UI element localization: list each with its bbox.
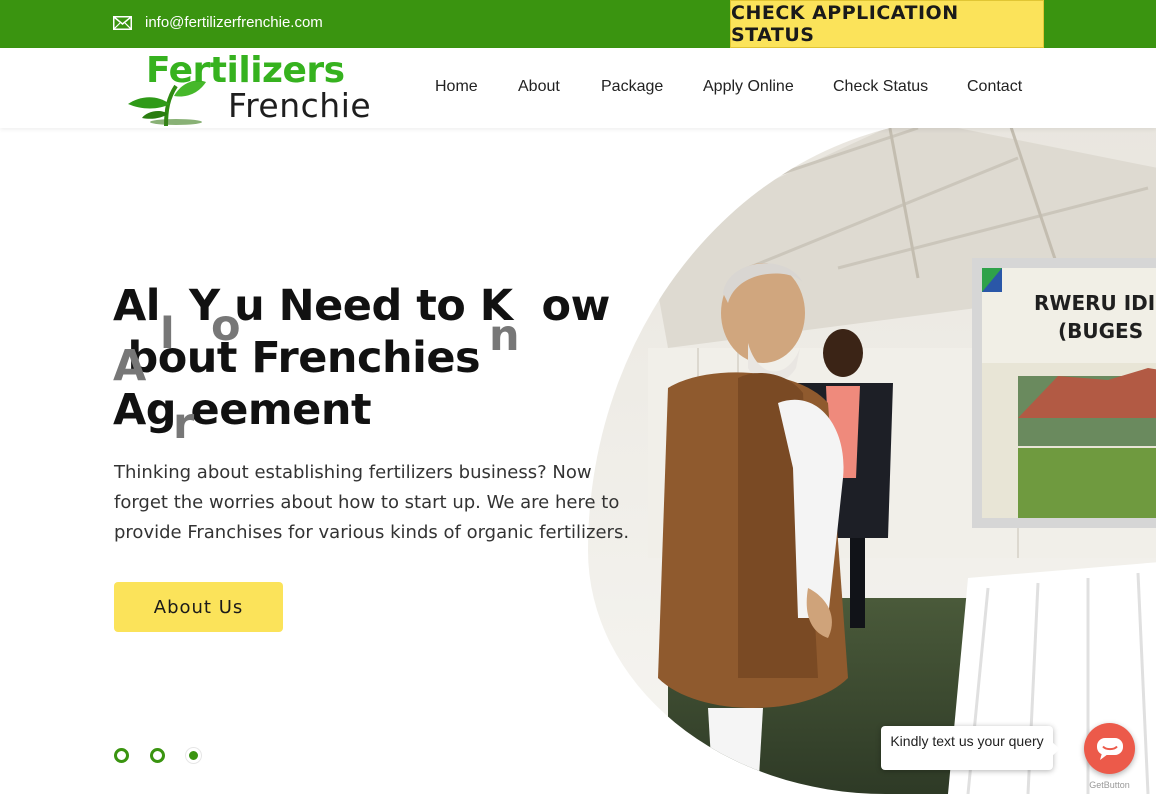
chat-button[interactable] <box>1084 723 1135 774</box>
animated-letter-r: r <box>173 399 194 449</box>
hero-title-line-1: Al Y u Need to K ow <box>113 281 610 331</box>
animated-letter-l: l <box>160 309 175 359</box>
slider-dot-3[interactable] <box>186 748 201 763</box>
chat-prompt-bubble[interactable]: Kindly text us your query <box>881 726 1060 770</box>
email-text[interactable]: info@fertilizerfrenchie.com <box>145 14 323 31</box>
mail-icon <box>113 15 132 30</box>
nav-home[interactable]: Home <box>435 78 478 96</box>
nav-apply-online[interactable]: Apply Online <box>703 78 794 96</box>
hero-title: Al Y u Need to K ow bout Frenchies Ag ee… <box>113 280 633 449</box>
logo-line-1: Fertilizers <box>146 50 345 91</box>
logo-line-2: Frenchie <box>228 86 372 125</box>
screen-text-1: RWERU IDI <box>1034 291 1155 315</box>
hero-photo: RWERU IDI (BUGES <box>588 118 1156 794</box>
animated-letter-o: o <box>211 301 241 351</box>
top-bar: info@fertilizerfrenchie.com CHECK APPLIC… <box>0 0 1156 48</box>
nav-check-status[interactable]: Check Status <box>833 78 928 96</box>
hero-description: Thinking about establishing fertilizers … <box>114 462 630 543</box>
screen-text-2: (BUGES <box>1058 319 1143 343</box>
animated-letter-n: n <box>489 311 520 361</box>
site-header: Fertilizers Frenchie Home About Package … <box>0 48 1156 128</box>
about-us-button[interactable]: About Us <box>114 582 283 632</box>
slider-dots <box>114 748 201 763</box>
site-logo[interactable]: Fertilizers Frenchie <box>126 50 386 126</box>
nav-about[interactable]: About <box>518 78 560 96</box>
animated-letter-a: A <box>113 341 146 391</box>
chat-icon <box>1096 737 1123 760</box>
slider-dot-2[interactable] <box>150 748 165 763</box>
nav-package[interactable]: Package <box>601 78 663 96</box>
hero-title-line-2: bout Frenchies <box>113 333 481 383</box>
slider-dot-1[interactable] <box>114 748 129 763</box>
check-application-status-button[interactable]: CHECK APPLICATION STATUS <box>730 0 1044 48</box>
getbutton-brand[interactable]: GetButton <box>1084 780 1135 790</box>
contact-email[interactable]: info@fertilizerfrenchie.com <box>113 14 323 31</box>
nav-contact[interactable]: Contact <box>967 78 1022 96</box>
